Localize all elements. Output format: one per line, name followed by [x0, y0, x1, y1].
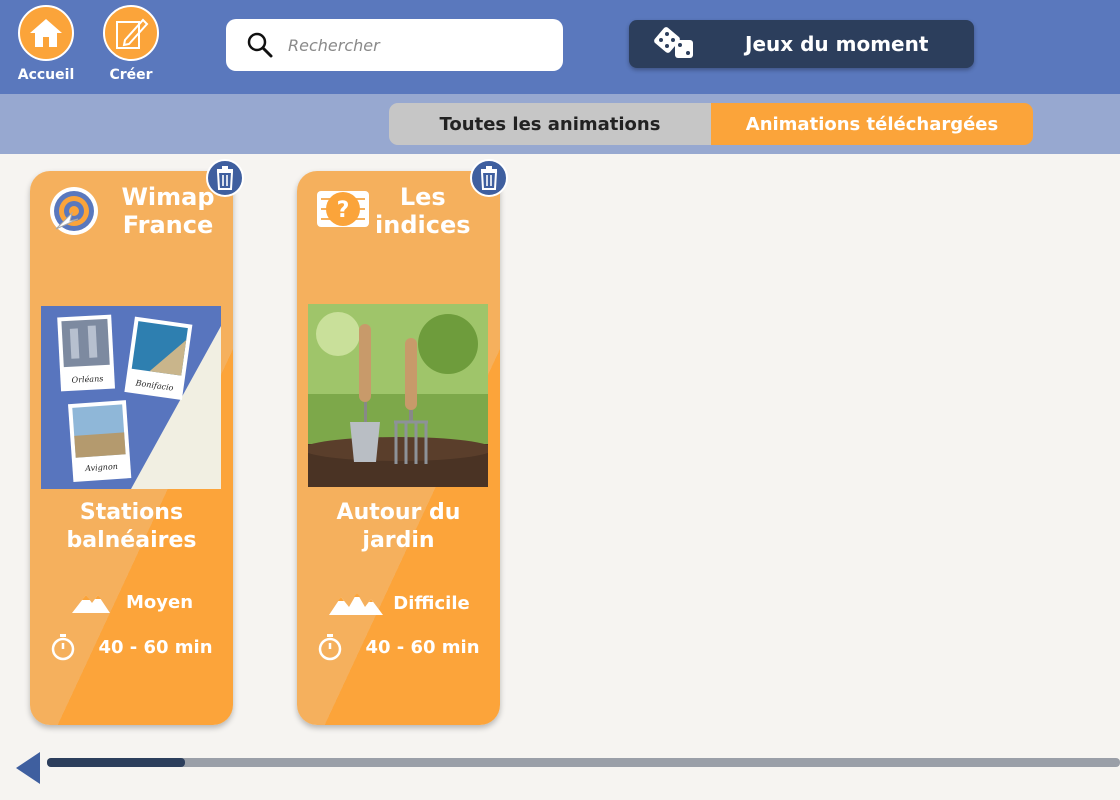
scroll-left-arrow[interactable]	[16, 752, 40, 784]
difficulty-label: Moyen	[125, 591, 194, 613]
animation-card[interactable]: Wimap France Orléans Bonifacio Avignon S…	[30, 171, 233, 725]
duration-label: 40 - 60 min	[98, 636, 213, 658]
delete-button[interactable]	[470, 159, 508, 197]
card-name: Stations balnéaires	[30, 499, 233, 555]
card-category: Wimap France	[108, 183, 228, 239]
home-icon	[18, 5, 74, 61]
difficulty-row: Difficile	[297, 589, 500, 617]
create-label: Créer	[109, 67, 153, 83]
target-icon	[48, 185, 100, 237]
caption-orleans: Orléans	[71, 374, 103, 385]
home-button[interactable]: Accueil	[15, 5, 77, 83]
dice-icon	[654, 27, 693, 58]
delete-button[interactable]	[206, 159, 244, 197]
pencil-paper-icon	[103, 5, 159, 61]
card-name-line2: jardin	[362, 528, 435, 553]
duration-label: 40 - 60 min	[365, 636, 480, 658]
tab-downloaded-animations[interactable]: Animations téléchargées	[711, 103, 1033, 145]
stopwatch-icon	[319, 634, 342, 661]
mountains-icon	[329, 593, 384, 615]
card-category: Les indices	[375, 183, 471, 239]
card-category-line2: France	[122, 211, 214, 239]
tab-all-animations[interactable]: Toutes les animations	[389, 103, 711, 145]
question-ticket-icon: ?	[315, 187, 369, 239]
search-input[interactable]	[286, 34, 550, 56]
tab-group: Toutes les animations Animations télécha…	[389, 103, 1033, 145]
card-image: Orléans Bonifacio Avignon	[41, 306, 221, 489]
animation-card[interactable]: ? Les indices Autour du jardin Difficile…	[297, 171, 500, 725]
trash-icon	[480, 166, 498, 190]
card-category-line1: Les	[399, 183, 446, 211]
top-bar: Accueil Créer Jeux du moment	[0, 0, 1120, 94]
trash-icon	[216, 166, 234, 190]
create-button[interactable]: Créer	[100, 5, 162, 83]
trending-games-button[interactable]: Jeux du moment	[629, 20, 974, 68]
scroll-track[interactable]	[47, 758, 1120, 767]
difficulty-label: Difficile	[393, 592, 470, 614]
card-image	[308, 304, 488, 487]
duration-row: 40 - 60 min	[297, 633, 500, 661]
search-bar[interactable]	[226, 19, 563, 71]
card-name: Autour du jardin	[297, 499, 500, 555]
home-label: Accueil	[17, 67, 75, 83]
difficulty-row: Moyen	[30, 589, 233, 615]
stopwatch-icon	[52, 634, 75, 661]
trending-games-label: Jeux du moment	[745, 32, 929, 56]
card-category-line2: indices	[375, 211, 471, 239]
card-name-line2: balnéaires	[66, 528, 197, 553]
scroll-thumb[interactable]	[47, 758, 185, 767]
svg-text:?: ?	[337, 198, 350, 223]
search-icon	[247, 32, 273, 58]
card-name-line1: Stations	[79, 500, 184, 525]
duration-row: 40 - 60 min	[30, 633, 233, 661]
card-name-line1: Autour du	[336, 500, 461, 525]
mountain-icon	[71, 595, 110, 613]
